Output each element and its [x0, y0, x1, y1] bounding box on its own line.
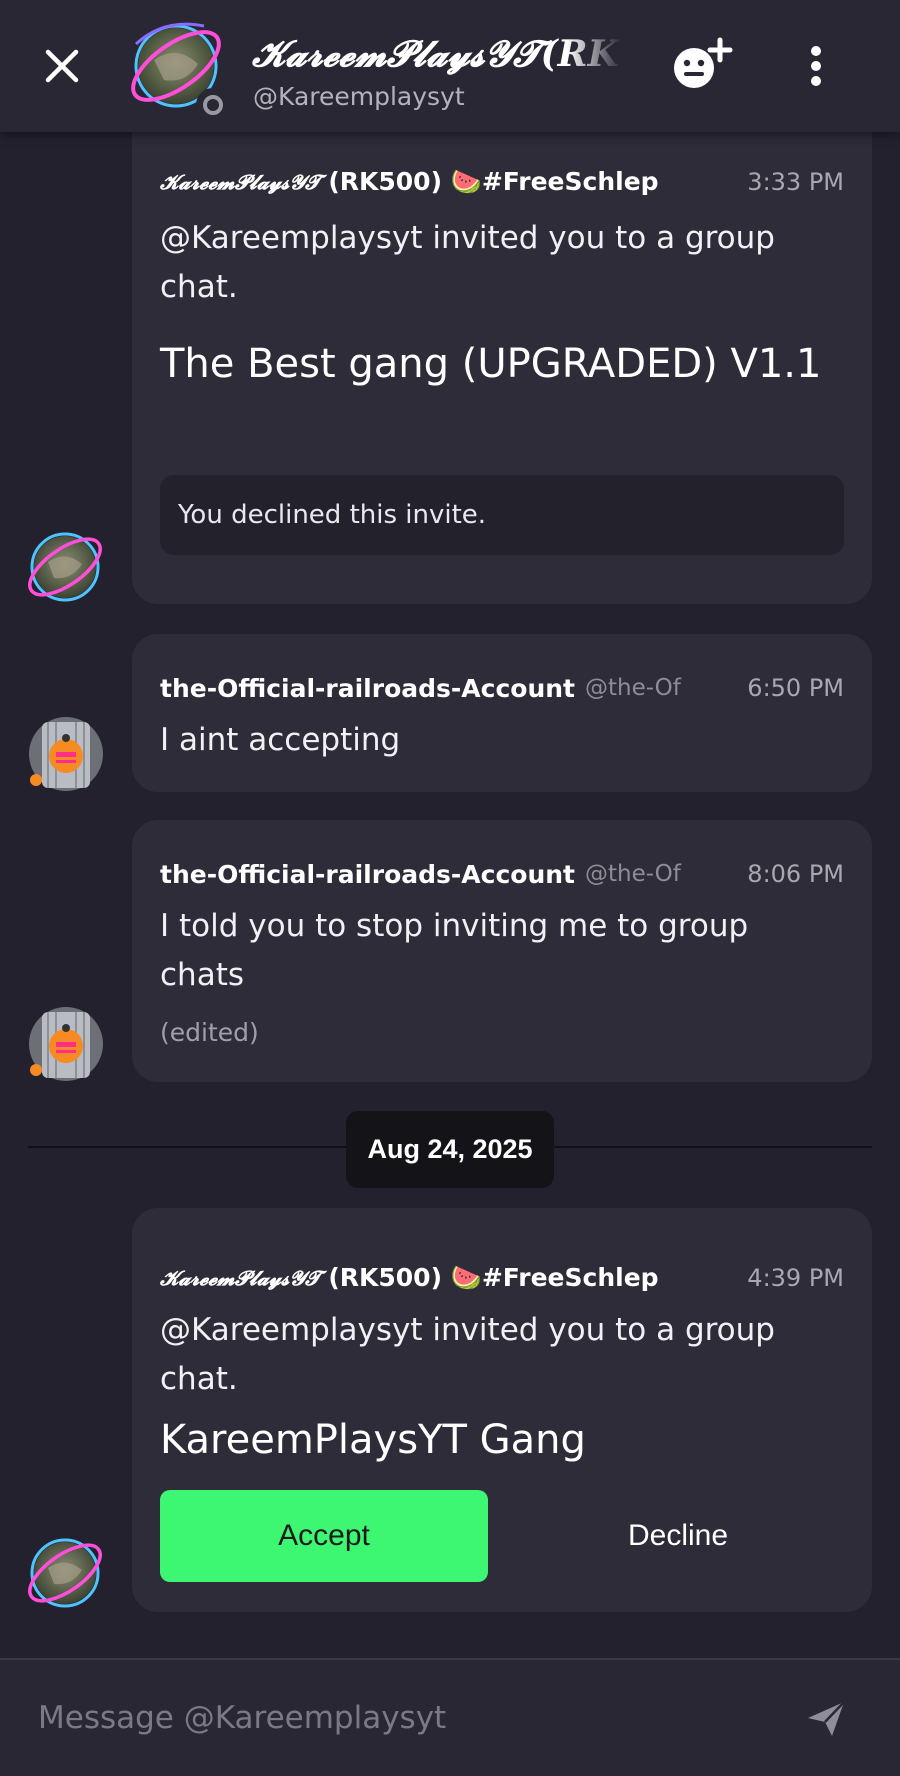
send-icon[interactable]: [804, 1696, 848, 1740]
message-text: @Kareemplaysyt invited you to a group ch…: [160, 1312, 775, 1397]
close-button[interactable]: [40, 44, 84, 88]
decline-button[interactable]: Decline: [508, 1490, 848, 1582]
message-card: the-Official-railroads-Account @the-Of 8…: [132, 820, 872, 1082]
header-handle: @Kareemplaysyt: [253, 82, 465, 111]
message-timestamp: 8:06 PM: [747, 860, 844, 888]
message-card: the-Official-railroads-Account @the-Of 6…: [132, 634, 872, 792]
invite-group-name: KareemPlaysYT Gang: [160, 1417, 586, 1463]
invite-status: You declined this invite.: [160, 475, 844, 555]
message-card: 𝓚𝓪𝓻𝓮𝓮𝓶𝓟𝓵𝓪𝔂𝓼𝓨𝓣 (RK500) 🍉#FreeSchlep 4:39 …: [132, 1208, 872, 1612]
message-author-name[interactable]: the-Official-railroads-Account: [160, 674, 575, 703]
presence-indicator: [196, 88, 230, 122]
message-author-tag: (RK500) 🍉#FreeSchlep: [328, 167, 659, 196]
message-author-handle: @the-Of: [585, 675, 681, 701]
close-icon: [45, 49, 79, 83]
message-timestamp: 3:33 PM: [747, 168, 844, 196]
avatar[interactable]: [28, 1006, 104, 1082]
message-timestamp: 4:39 PM: [747, 1264, 844, 1292]
header-display-name[interactable]: 𝓚𝓪𝓻𝓮𝓮𝓶𝓟𝓵𝓪𝔂𝓼𝓨𝓣(RK: [252, 26, 622, 82]
date-divider: Aug 24, 2025: [346, 1111, 554, 1188]
accept-button[interactable]: Accept: [160, 1490, 488, 1582]
more-options-icon[interactable]: [796, 38, 836, 94]
message-author-name[interactable]: 𝓚𝓪𝓻𝓮𝓮𝓶𝓟𝓵𝓪𝔂𝓼𝓨𝓣: [160, 1266, 320, 1290]
add-friend-icon[interactable]: [668, 36, 738, 96]
message-input[interactable]: [38, 1688, 778, 1748]
edited-label: (edited): [160, 1018, 259, 1047]
chat-header: 𝓚𝓪𝓻𝓮𝓮𝓶𝓟𝓵𝓪𝔂𝓼𝓨𝓣(RK @Kareemplaysyt: [0, 0, 900, 132]
message-author-handle: @the-Of: [585, 861, 681, 887]
message-card: 𝓚𝓪𝓻𝓮𝓮𝓶𝓟𝓵𝓪𝔂𝓼𝓨𝓣 (RK500) 🍉#FreeSchlep 3:33 …: [132, 110, 872, 604]
invite-group-name: The Best gang (UPGRADED) V1.1: [160, 341, 822, 387]
message-timestamp: 6:50 PM: [747, 674, 844, 702]
avatar[interactable]: [22, 524, 108, 610]
message-author-name[interactable]: the-Official-railroads-Account: [160, 860, 575, 889]
message-composer: [0, 1658, 900, 1776]
message-author-name[interactable]: 𝓚𝓪𝓻𝓮𝓮𝓶𝓟𝓵𝓪𝔂𝓼𝓨𝓣: [160, 170, 320, 194]
avatar[interactable]: [28, 716, 104, 792]
message-text: I told you to stop inviting me to group …: [160, 908, 749, 993]
message-text: I aint accepting: [160, 722, 401, 758]
message-text: @Kareemplaysyt invited you to a group ch…: [160, 220, 775, 305]
avatar[interactable]: [22, 1530, 108, 1616]
message-author-tag: (RK500) 🍉#FreeSchlep: [328, 1263, 659, 1292]
